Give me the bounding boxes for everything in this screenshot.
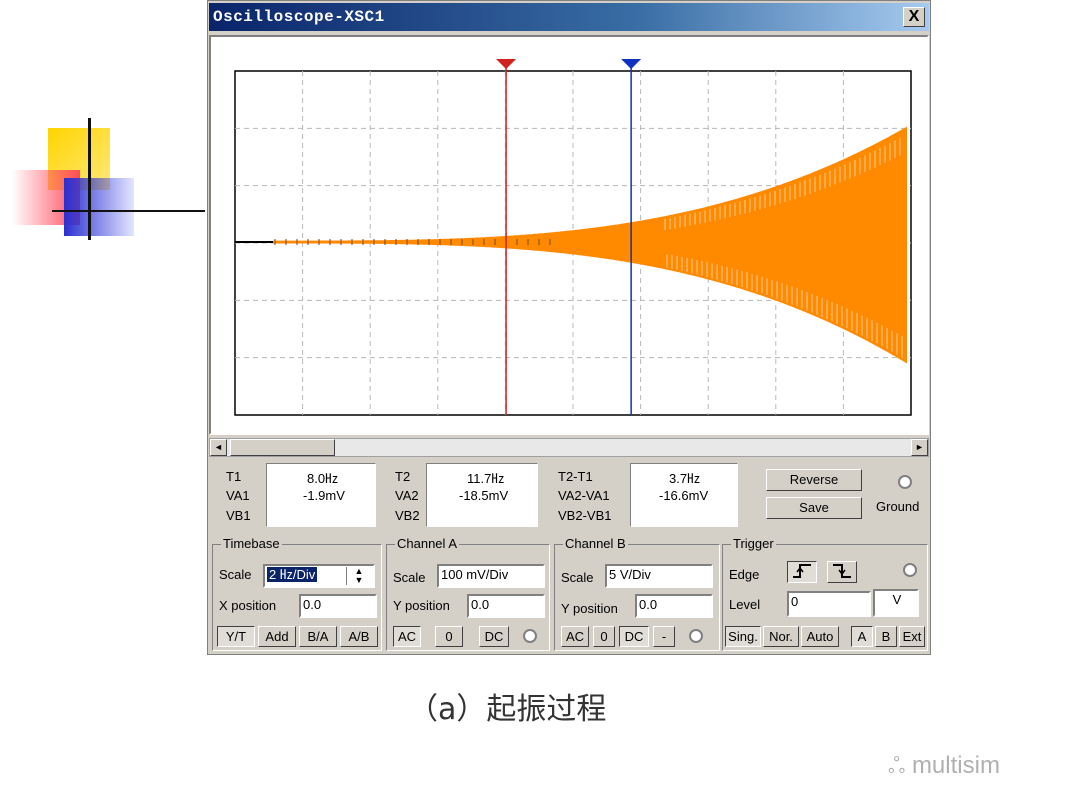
- watermark-text: multisim: [911, 752, 1000, 779]
- timebase-title: Timebase: [221, 536, 282, 551]
- delta-values: 3.7㎐ -16.6mV: [630, 463, 738, 527]
- falling-edge-icon[interactable]: [827, 561, 857, 583]
- trigger-normal-button[interactable]: Nor.: [763, 626, 799, 647]
- timebase-group: Timebase Scale 2 ㎐/Div ▲ ▼ X position 0.0…: [212, 536, 382, 651]
- timebase-scale-value: 2 ㎐/Div: [267, 567, 318, 582]
- slide-ornament: [0, 110, 210, 250]
- delta-vb-label: VB2-VB1: [558, 508, 612, 523]
- delta-va-label: VA2-VA1: [558, 488, 610, 503]
- mode-ba-button[interactable]: B/A: [299, 626, 337, 647]
- reverse-button[interactable]: Reverse: [766, 469, 862, 491]
- delta-va-value: -16.6mV: [659, 488, 709, 503]
- trigger-edge-label: Edge: [729, 567, 760, 582]
- trigger-auto-button[interactable]: Auto: [801, 626, 839, 647]
- wechat-icon: ஃ: [888, 753, 906, 778]
- channel-b-scale-label: Scale: [561, 570, 594, 585]
- cursor-1-marker-icon: [496, 59, 517, 69]
- trigger-title: Trigger: [731, 536, 776, 551]
- cursor-readout: T1 VA1 VB1 8.0㎐ -1.9mV T2 VA2 VB2 11.7㎐ …: [208, 461, 930, 531]
- channel-a-zero-button[interactable]: 0: [435, 626, 463, 647]
- channel-a-scale-field[interactable]: 100 mV/Div: [437, 564, 545, 588]
- trigger-group: Trigger Edge Level 0 V Sing. Nor. Auto A…: [722, 536, 928, 651]
- t2-label: T2: [395, 469, 411, 484]
- rising-edge-icon[interactable]: [787, 561, 817, 583]
- channel-b-group: Channel B Scale 5 V/Div Y position 0.0 A…: [554, 536, 720, 651]
- channel-b-ac-button[interactable]: AC: [561, 626, 589, 647]
- title-bar[interactable]: Oscilloscope-XSC1 X: [209, 3, 929, 31]
- trigger-source-ext-button[interactable]: Ext: [899, 626, 925, 647]
- ground-terminal-icon[interactable]: [898, 475, 912, 489]
- t1-values: 8.0㎐ -1.9mV: [266, 463, 376, 527]
- t2-values: 11.7㎐ -18.5mV: [426, 463, 538, 527]
- trigger-terminal-icon[interactable]: [903, 563, 917, 577]
- scroll-thumb[interactable]: [230, 439, 335, 456]
- t1-label: T1: [226, 469, 242, 484]
- window-title: Oscilloscope-XSC1: [213, 8, 385, 26]
- channel-b-title: Channel B: [563, 536, 628, 551]
- channel-a-ypos-label: Y position: [393, 598, 450, 613]
- delta-time: 3.7㎐: [669, 471, 701, 486]
- channel-a-terminal-icon[interactable]: [523, 629, 537, 643]
- x-position-label: X position: [219, 598, 277, 613]
- figure-caption: （a）起振过程: [408, 692, 607, 727]
- trigger-source-a-button[interactable]: A: [851, 626, 873, 647]
- channel-a-ac-button[interactable]: AC: [393, 626, 421, 647]
- watermark: ஃ multisim: [888, 752, 1000, 782]
- channel-a-group: Channel A Scale 100 mV/Div Y position 0.…: [386, 536, 550, 651]
- va2-label: VA2: [395, 488, 419, 503]
- va2-value: -18.5mV: [459, 488, 509, 503]
- ground-label: Ground: [876, 499, 920, 514]
- va1-label: VA1: [226, 488, 250, 503]
- channel-b-terminal-icon[interactable]: [689, 629, 703, 643]
- oscilloscope-window: Oscilloscope-XSC1 X ◄ ► T1 VA1 VB1 8.0㎐ …: [207, 0, 931, 655]
- scope-plot: [234, 59, 912, 416]
- va1-value: -1.9mV: [303, 488, 345, 503]
- close-button[interactable]: X: [903, 7, 925, 27]
- trigger-source-b-button[interactable]: B: [875, 626, 897, 647]
- save-button[interactable]: Save: [766, 497, 862, 519]
- cursor-2-marker-icon: [621, 59, 642, 69]
- scroll-left-icon[interactable]: ◄: [210, 439, 227, 456]
- delta-label: T2-T1: [558, 469, 593, 484]
- t1-time: 8.0㎐: [307, 471, 339, 486]
- trigger-level-input[interactable]: 0: [787, 591, 871, 617]
- horizontal-scrollbar[interactable]: ◄ ►: [209, 438, 929, 457]
- x-position-input[interactable]: 0.0: [299, 594, 377, 618]
- scroll-right-icon[interactable]: ►: [911, 439, 928, 456]
- vb1-label: VB1: [226, 508, 251, 523]
- mode-yt-button[interactable]: Y/T: [217, 626, 255, 647]
- channel-a-title: Channel A: [395, 536, 459, 551]
- mode-ab-button[interactable]: A/B: [340, 626, 378, 647]
- channel-b-ypos-input[interactable]: 0.0: [635, 594, 713, 618]
- spinner-icon[interactable]: ▲ ▼: [346, 567, 371, 585]
- channel-b-zero-button[interactable]: 0: [593, 626, 615, 647]
- channel-a-ypos-input[interactable]: 0.0: [467, 594, 545, 618]
- timebase-scale-label: Scale: [219, 567, 252, 582]
- scope-screen: [209, 35, 929, 435]
- channel-a-scale-label: Scale: [393, 570, 426, 585]
- channel-b-minus-button[interactable]: -: [653, 626, 675, 647]
- mode-add-button[interactable]: Add: [258, 626, 296, 647]
- t2-time: 11.7㎐: [467, 471, 505, 486]
- channel-b-ypos-label: Y position: [561, 601, 618, 616]
- channel-b-scale-field[interactable]: 5 V/Div: [605, 564, 713, 588]
- timebase-scale-field[interactable]: 2 ㎐/Div ▲ ▼: [263, 564, 375, 588]
- channel-a-dc-button[interactable]: DC: [479, 626, 509, 647]
- trigger-level-unit[interactable]: V: [873, 589, 919, 617]
- vb2-label: VB2: [395, 508, 420, 523]
- channel-b-dc-button[interactable]: DC: [619, 626, 649, 647]
- trigger-single-button[interactable]: Sing.: [725, 626, 761, 647]
- trigger-level-label: Level: [729, 597, 761, 612]
